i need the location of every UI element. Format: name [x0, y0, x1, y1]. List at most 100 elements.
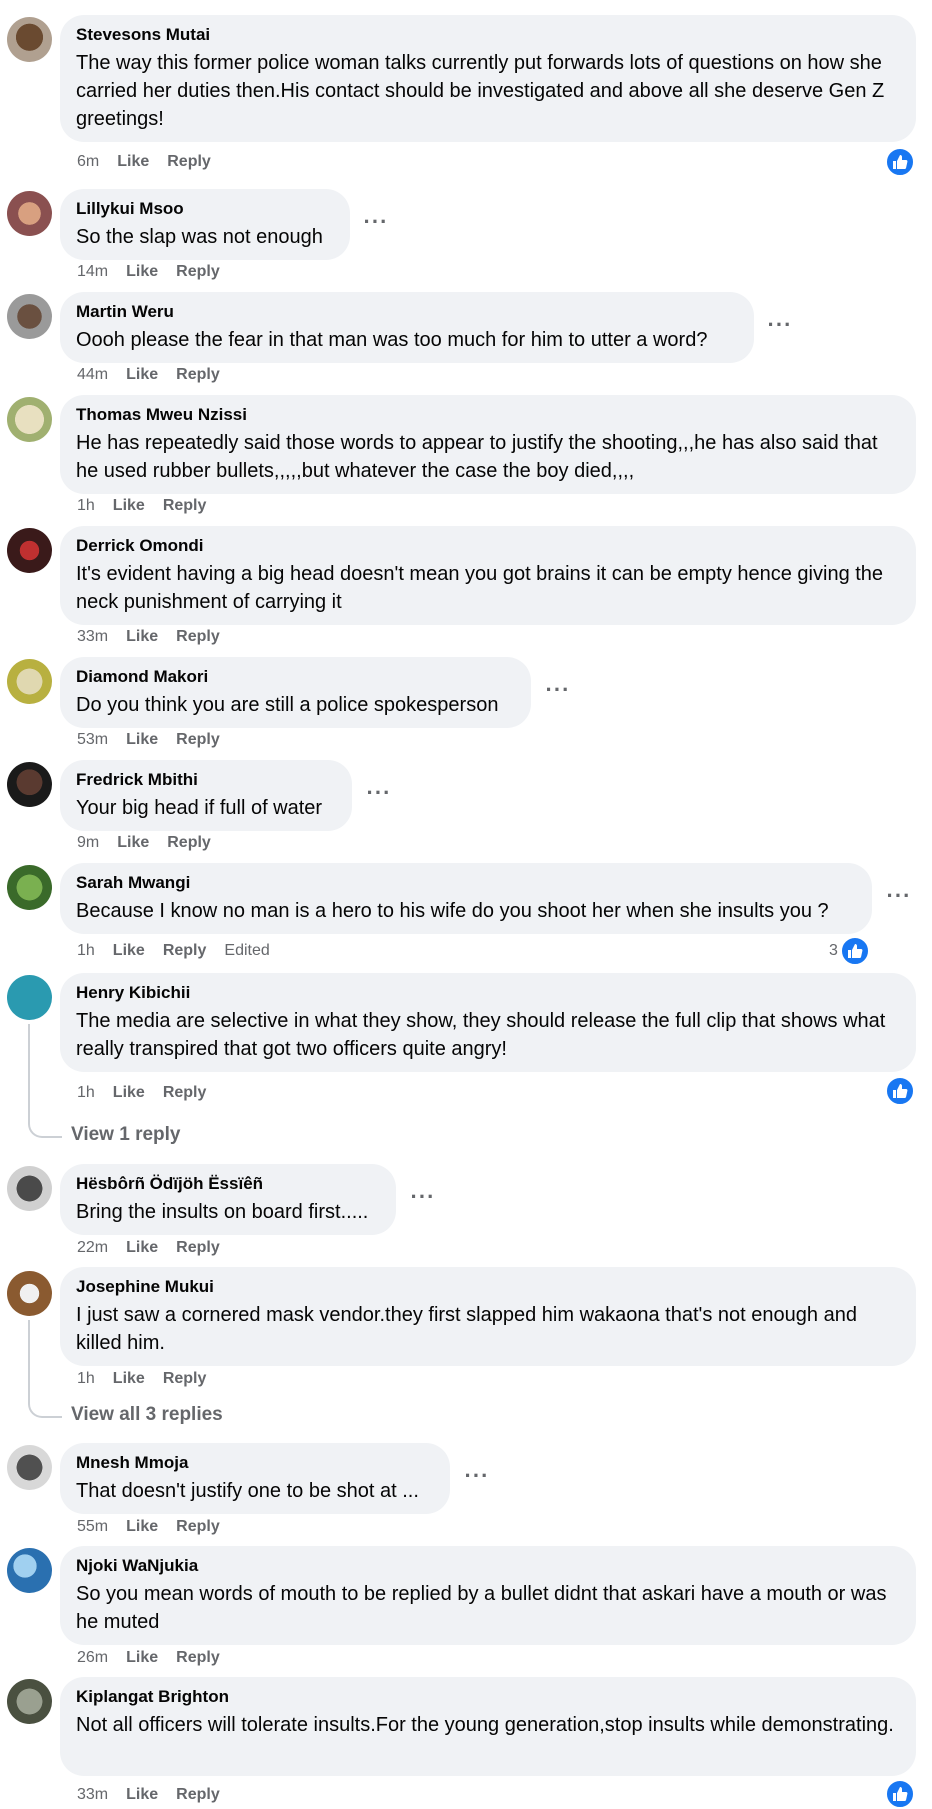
reply-button[interactable]: Reply	[176, 1786, 220, 1803]
avatar[interactable]	[7, 191, 52, 236]
like-reaction-icon[interactable]	[885, 1076, 915, 1106]
reply-button[interactable]: Reply	[163, 497, 207, 514]
comment-bubble: Fredrick Mbithi Your big head if full of…	[60, 760, 352, 831]
reply-button[interactable]: Reply	[176, 1649, 220, 1666]
avatar[interactable]	[7, 294, 52, 339]
comment-time[interactable]: 33m	[77, 1786, 108, 1803]
comment-author[interactable]: Stevesons Mutai	[76, 24, 900, 46]
comment-time[interactable]: 9m	[77, 834, 99, 851]
reply-button[interactable]: Reply	[176, 731, 220, 748]
comment-author[interactable]: Henry Kibichii	[76, 982, 900, 1004]
comment-author[interactable]: Njoki WaNjukia	[76, 1555, 900, 1577]
comment-text: The media are selective in what they sho…	[76, 1010, 886, 1060]
like-button[interactable]: Like	[126, 1239, 158, 1256]
comment-time[interactable]: 33m	[77, 628, 108, 645]
comment-text: The way this former police woman talks c…	[76, 52, 885, 130]
avatar[interactable]	[7, 865, 52, 910]
like-button[interactable]: Like	[117, 834, 149, 851]
more-options-icon[interactable]: ···	[884, 885, 914, 912]
thread-connector	[28, 1320, 62, 1418]
comment-time[interactable]: 6m	[77, 153, 99, 170]
view-replies-link[interactable]: View 1 reply	[71, 1123, 181, 1147]
comment-bubble: Stevesons Mutai The way this former poli…	[60, 15, 916, 142]
comment-text: I just saw a cornered mask vendor.they f…	[76, 1304, 857, 1354]
comment-bubble: Josephine Mukui I just saw a cornered ma…	[60, 1267, 916, 1366]
reply-button[interactable]: Reply	[167, 834, 211, 851]
avatar[interactable]	[7, 1548, 52, 1593]
comment-author[interactable]: Lillykui Msoo	[76, 198, 334, 220]
like-button[interactable]: Like	[126, 1786, 158, 1803]
comment-time[interactable]: 22m	[77, 1239, 108, 1256]
more-options-icon[interactable]: ···	[361, 211, 391, 238]
like-button[interactable]: Like	[126, 1518, 158, 1535]
avatar[interactable]	[7, 975, 52, 1020]
reply-button[interactable]: Reply	[176, 366, 220, 383]
avatar[interactable]	[7, 1271, 52, 1316]
comment-author[interactable]: Sarah Mwangi	[76, 872, 856, 894]
avatar[interactable]	[7, 659, 52, 704]
comment-actions: 22m Like Reply	[77, 1237, 238, 1259]
more-options-icon[interactable]: ···	[408, 1186, 438, 1213]
reply-button[interactable]: Reply	[176, 1518, 220, 1535]
comment-text: He has repeatedly said those words to ap…	[76, 432, 878, 482]
avatar[interactable]	[7, 762, 52, 807]
comment-author[interactable]: Thomas Mweu Nzissi	[76, 404, 900, 426]
comment-bubble: Mnesh Mmoja That doesn't justify one to …	[60, 1443, 450, 1514]
comment-author[interactable]: Hësbôrñ Ödïjöh Ëssïêñ	[76, 1173, 380, 1195]
avatar[interactable]	[7, 1679, 52, 1724]
reply-button[interactable]: Reply	[167, 153, 211, 170]
like-button[interactable]: Like	[113, 1084, 145, 1101]
comment-time[interactable]: 1h	[77, 942, 95, 959]
like-button[interactable]: Like	[117, 153, 149, 170]
more-options-icon[interactable]: ···	[364, 782, 394, 809]
like-button[interactable]: Like	[113, 497, 145, 514]
comment-author[interactable]: Diamond Makori	[76, 666, 515, 688]
reply-button[interactable]: Reply	[163, 1084, 207, 1101]
comment-author[interactable]: Mnesh Mmoja	[76, 1452, 434, 1474]
more-options-icon[interactable]: ···	[462, 1465, 492, 1492]
comment-time[interactable]: 1h	[77, 1084, 95, 1101]
comment-time[interactable]: 44m	[77, 366, 108, 383]
reaction-count[interactable]: 3	[829, 940, 838, 962]
like-button[interactable]: Like	[113, 942, 145, 959]
reply-button[interactable]: Reply	[176, 1239, 220, 1256]
avatar[interactable]	[7, 1166, 52, 1211]
like-reaction-icon[interactable]	[840, 936, 870, 966]
reply-button[interactable]: Reply	[176, 628, 220, 645]
avatar[interactable]	[7, 528, 52, 573]
comment-author[interactable]: Martin Weru	[76, 301, 738, 323]
avatar[interactable]	[7, 17, 52, 62]
like-reaction-icon[interactable]	[885, 147, 915, 177]
comment-author[interactable]: Josephine Mukui	[76, 1276, 900, 1298]
comment-actions: 1h Like Reply	[77, 1082, 224, 1104]
more-options-icon[interactable]: ···	[543, 679, 573, 706]
comment-actions: 9m Like Reply	[77, 832, 229, 854]
comment-time[interactable]: 14m	[77, 263, 108, 280]
comment-author[interactable]: Fredrick Mbithi	[76, 769, 336, 791]
comment-time[interactable]: 1h	[77, 497, 95, 514]
more-options-icon[interactable]: ···	[765, 314, 795, 341]
comment-text: Do you think you are still a police spok…	[76, 694, 499, 716]
comment-author[interactable]: Derrick Omondi	[76, 535, 900, 557]
comment-time[interactable]: 53m	[77, 731, 108, 748]
avatar[interactable]	[7, 397, 52, 442]
like-button[interactable]: Like	[126, 628, 158, 645]
reply-button[interactable]: Reply	[163, 1370, 207, 1387]
comment-time[interactable]: 26m	[77, 1649, 108, 1666]
comment-bubble: Thomas Mweu Nzissi He has repeatedly sai…	[60, 395, 916, 494]
like-reaction-icon[interactable]	[885, 1779, 915, 1809]
like-button[interactable]: Like	[113, 1370, 145, 1387]
reply-button[interactable]: Reply	[176, 263, 220, 280]
avatar[interactable]	[7, 1445, 52, 1490]
comment-time[interactable]: 55m	[77, 1518, 108, 1535]
comment-time[interactable]: 1h	[77, 1370, 95, 1387]
like-button[interactable]: Like	[126, 263, 158, 280]
like-button[interactable]: Like	[126, 366, 158, 383]
reply-button[interactable]: Reply	[163, 942, 207, 959]
like-button[interactable]: Like	[126, 731, 158, 748]
comment-text: So the slap was not enough	[76, 226, 323, 248]
like-button[interactable]: Like	[126, 1649, 158, 1666]
comment-author[interactable]: Kiplangat Brighton	[76, 1686, 900, 1708]
view-replies-link[interactable]: View all 3 replies	[71, 1403, 223, 1427]
comment-bubble: Diamond Makori Do you think you are stil…	[60, 657, 531, 728]
